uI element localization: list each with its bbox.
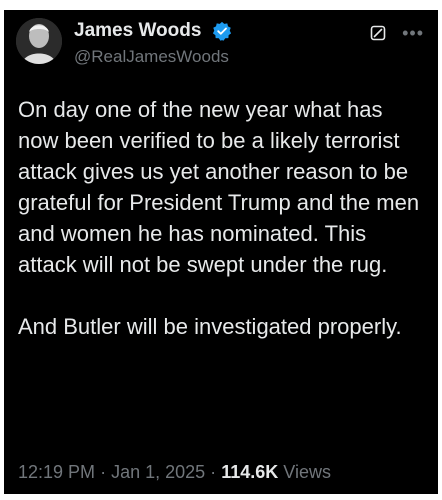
tweet-paragraph-1: On day one of the new year what has now … bbox=[18, 97, 420, 277]
views-label: Views bbox=[283, 462, 331, 482]
display-name[interactable]: James Woods bbox=[74, 20, 201, 42]
tweet-header: James Woods @RealJamesWoods ••• bbox=[16, 18, 428, 78]
meta-separator: · bbox=[100, 462, 107, 482]
avatar[interactable] bbox=[16, 18, 62, 64]
tweet-text: On day one of the new year what has now … bbox=[18, 94, 426, 342]
verified-badge-icon bbox=[212, 21, 232, 41]
tweet-date[interactable]: Jan 1, 2025 bbox=[111, 462, 205, 482]
views-count: 114.6K bbox=[221, 462, 279, 482]
tweet-meta: 12:19 PM · Jan 1, 2025 · 114.6K Views bbox=[18, 462, 331, 483]
more-options-icon[interactable]: ••• bbox=[402, 24, 424, 42]
author-names: James Woods @RealJamesWoods bbox=[74, 20, 232, 67]
tweet-card: James Woods @RealJamesWoods ••• On day o… bbox=[4, 10, 438, 494]
grok-icon[interactable] bbox=[370, 25, 386, 41]
meta-separator: · bbox=[210, 462, 217, 482]
tweet-paragraph-2: And Butler will be investigated properly… bbox=[18, 314, 402, 339]
header-actions: ••• bbox=[370, 24, 424, 42]
handle[interactable]: @RealJamesWoods bbox=[74, 47, 232, 67]
tweet-time[interactable]: 12:19 PM bbox=[18, 462, 95, 482]
